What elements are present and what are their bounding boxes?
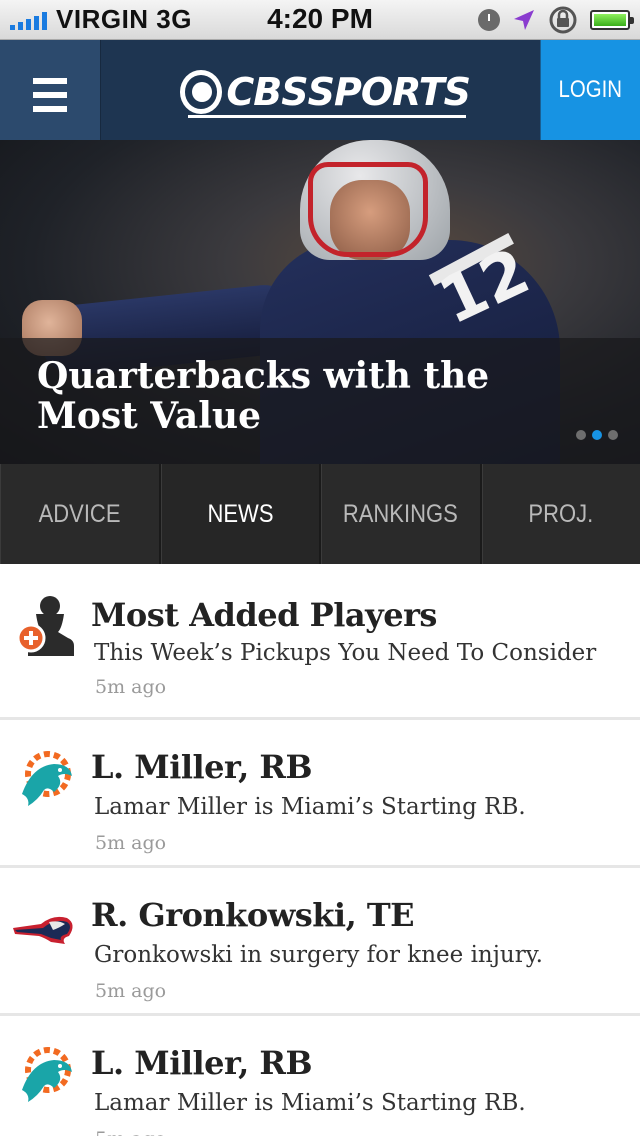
news-feed: Most Added Players This Week’s Pickups Y… [0, 564, 640, 1136]
item-subtitle: Gronkowski in surgery for knee injury. [94, 942, 543, 968]
patriots-logo-icon [13, 916, 73, 944]
list-item[interactable]: R. Gronkowski, TE Gronkowski in surgery … [0, 868, 640, 1016]
item-title: Most Added Players [91, 596, 437, 634]
cbs-eye-icon [180, 70, 223, 114]
alarm-icon [478, 9, 500, 31]
tab-advice[interactable]: ADVICE [0, 464, 161, 564]
tab-rankings[interactable]: RANKINGS [321, 464, 482, 564]
tab-projections[interactable]: PROJ. [481, 464, 640, 564]
list-item[interactable]: Most Added Players This Week’s Pickups Y… [0, 564, 640, 720]
item-title: R. Gronkowski, TE [91, 896, 415, 934]
tab-news[interactable]: NEWS [160, 464, 321, 578]
carousel-dot[interactable] [608, 430, 618, 440]
status-bar: VIRGIN 3G 4:20 PM [0, 0, 640, 40]
item-title: L. Miller, RB [91, 748, 312, 786]
tab-bar: ADVICE NEWS RANKINGS PROJ. [0, 464, 640, 578]
item-timestamp: 5m ago [95, 980, 167, 1002]
tab-label: PROJ. [528, 499, 594, 528]
carousel-dots [576, 430, 618, 440]
location-arrow-icon [514, 10, 534, 30]
carousel-dot-active[interactable] [592, 430, 602, 440]
add-player-icon [16, 596, 74, 656]
hero-title[interactable]: Quarterbacks with the Most Value [37, 356, 517, 436]
logo-text-sports: SPORTS [307, 70, 471, 114]
login-button[interactable]: LOGIN [540, 40, 640, 140]
logo-text-cbs: CBS [226, 70, 308, 114]
battery-icon [590, 10, 634, 30]
item-timestamp: 5m ago [95, 676, 167, 698]
carousel-dot[interactable] [576, 430, 586, 440]
item-subtitle: Lamar Miller is Miami’s Starting RB. [94, 794, 526, 820]
item-timestamp: 5m ago [95, 1128, 166, 1136]
list-item[interactable]: L. Miller, RB Lamar Miller is Miami’s St… [0, 1016, 640, 1136]
rotation-lock-icon [549, 6, 577, 34]
item-subtitle: This Week’s Pickups You Need To Consider [94, 640, 597, 666]
dolphins-logo-icon [22, 1047, 72, 1102]
app-header: CBS SPORTS LOGIN [0, 40, 640, 140]
tab-label: NEWS [207, 499, 274, 528]
tab-label: RANKINGS [343, 499, 459, 528]
cbs-sports-logo: CBS SPORTS [180, 62, 471, 122]
tab-label: ADVICE [38, 499, 121, 528]
dolphins-logo-icon [22, 751, 72, 806]
item-timestamp: 5m ago [95, 832, 167, 854]
list-item[interactable]: L. Miller, RB Lamar Miller is Miami’s St… [0, 720, 640, 868]
item-title: L. Miller, RB [91, 1044, 312, 1082]
hero-carousel[interactable]: 12 Quarterbacks with the Most Value [0, 140, 640, 464]
menu-button[interactable] [0, 40, 101, 140]
hero-caption: Quarterbacks with the Most Value [0, 338, 640, 464]
item-subtitle: Lamar Miller is Miami’s Starting RB. [94, 1090, 526, 1116]
